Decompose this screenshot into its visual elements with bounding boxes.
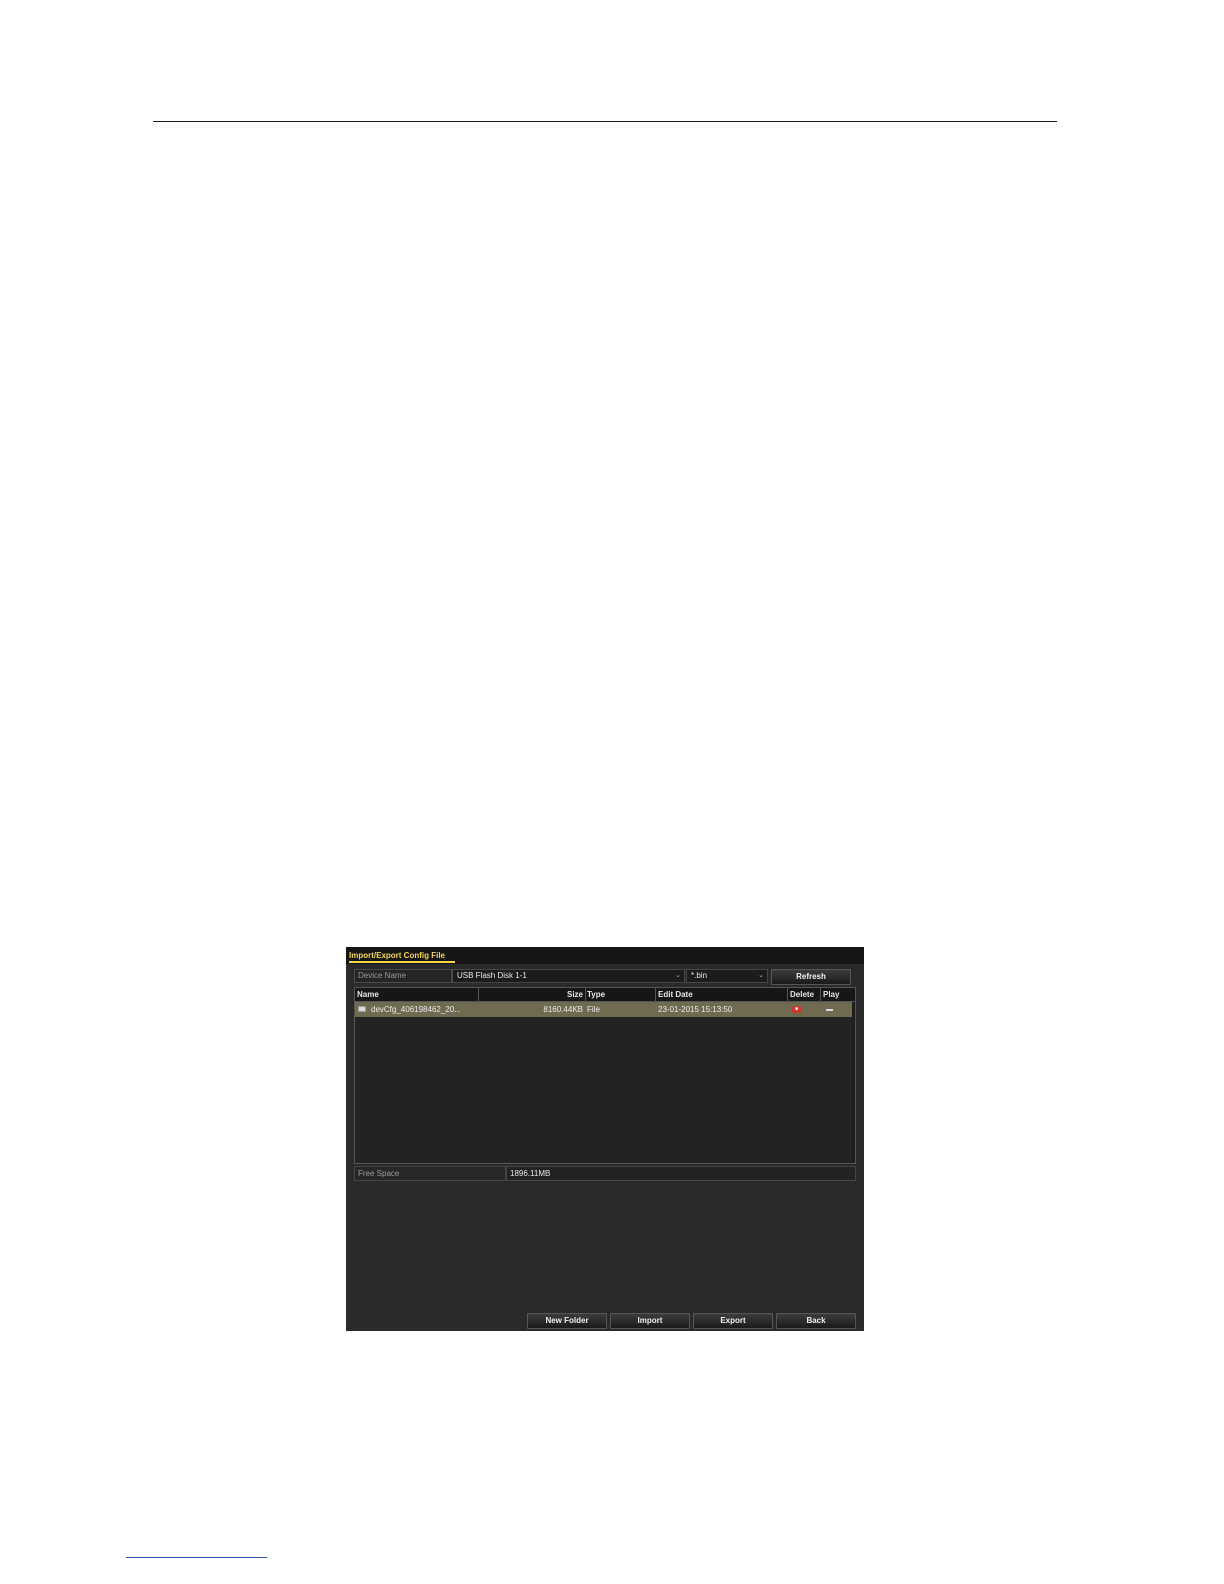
file-list: Name Size Type Edit Date Delete Play dev… — [354, 987, 856, 1164]
file-list-scrollbar[interactable] — [852, 1002, 855, 1163]
column-divider[interactable] — [655, 988, 656, 1001]
column-header-delete[interactable]: Delete — [790, 988, 814, 1001]
column-header-size[interactable]: Size — [479, 988, 583, 1001]
title-underline — [349, 961, 455, 963]
file-edit-date: 23-01-2015 15:13:50 — [658, 1005, 733, 1014]
export-button[interactable]: Export — [693, 1313, 773, 1329]
file-type: File — [587, 1005, 600, 1014]
file-list-header: Name Size Type Edit Date Delete Play — [355, 988, 855, 1002]
dash-icon — [826, 1009, 833, 1011]
free-space-value: 1896.11MB — [506, 1166, 856, 1181]
header-rule — [153, 121, 1057, 122]
table-row[interactable]: devCfg_406198462_20... 8160.44KB File 23… — [355, 1002, 855, 1017]
device-name-value: USB Flash Disk 1-1 — [457, 971, 527, 980]
free-space-label: Free Space — [354, 1166, 506, 1181]
file-name: devCfg_406198462_20... — [371, 1005, 461, 1014]
chevron-down-icon: ⌄ — [675, 972, 681, 979]
back-button[interactable]: Back — [776, 1313, 856, 1329]
dialog-title: Import/Export Config File — [349, 951, 445, 960]
import-button[interactable]: Import — [610, 1313, 690, 1329]
column-divider[interactable] — [585, 988, 586, 1001]
device-name-label: Device Name — [354, 969, 452, 983]
column-divider[interactable] — [787, 988, 788, 1001]
chevron-down-icon: ⌄ — [758, 972, 764, 979]
trash-icon[interactable]: ■ — [792, 1006, 801, 1013]
new-folder-button[interactable]: New Folder — [527, 1313, 607, 1329]
file-size: 8160.44KB — [543, 1005, 583, 1014]
import-export-config-dialog: Import/Export Config File Device Name US… — [346, 947, 864, 1331]
column-header-play[interactable]: Play — [823, 988, 839, 1001]
column-header-name[interactable]: Name — [357, 988, 379, 1001]
column-header-type[interactable]: Type — [587, 988, 605, 1001]
device-name-select[interactable]: USB Flash Disk 1-1 ⌄ — [452, 969, 685, 983]
column-divider[interactable] — [820, 988, 821, 1001]
footnote-link-rule — [126, 1557, 267, 1558]
file-type-filter-value: *.bin — [691, 971, 708, 980]
file-type-filter-select[interactable]: *.bin ⌄ — [686, 969, 768, 983]
refresh-button[interactable]: Refresh — [771, 969, 851, 985]
file-icon — [358, 1006, 366, 1012]
column-header-edit-date[interactable]: Edit Date — [658, 988, 693, 1001]
dialog-titlebar: Import/Export Config File — [346, 947, 864, 964]
